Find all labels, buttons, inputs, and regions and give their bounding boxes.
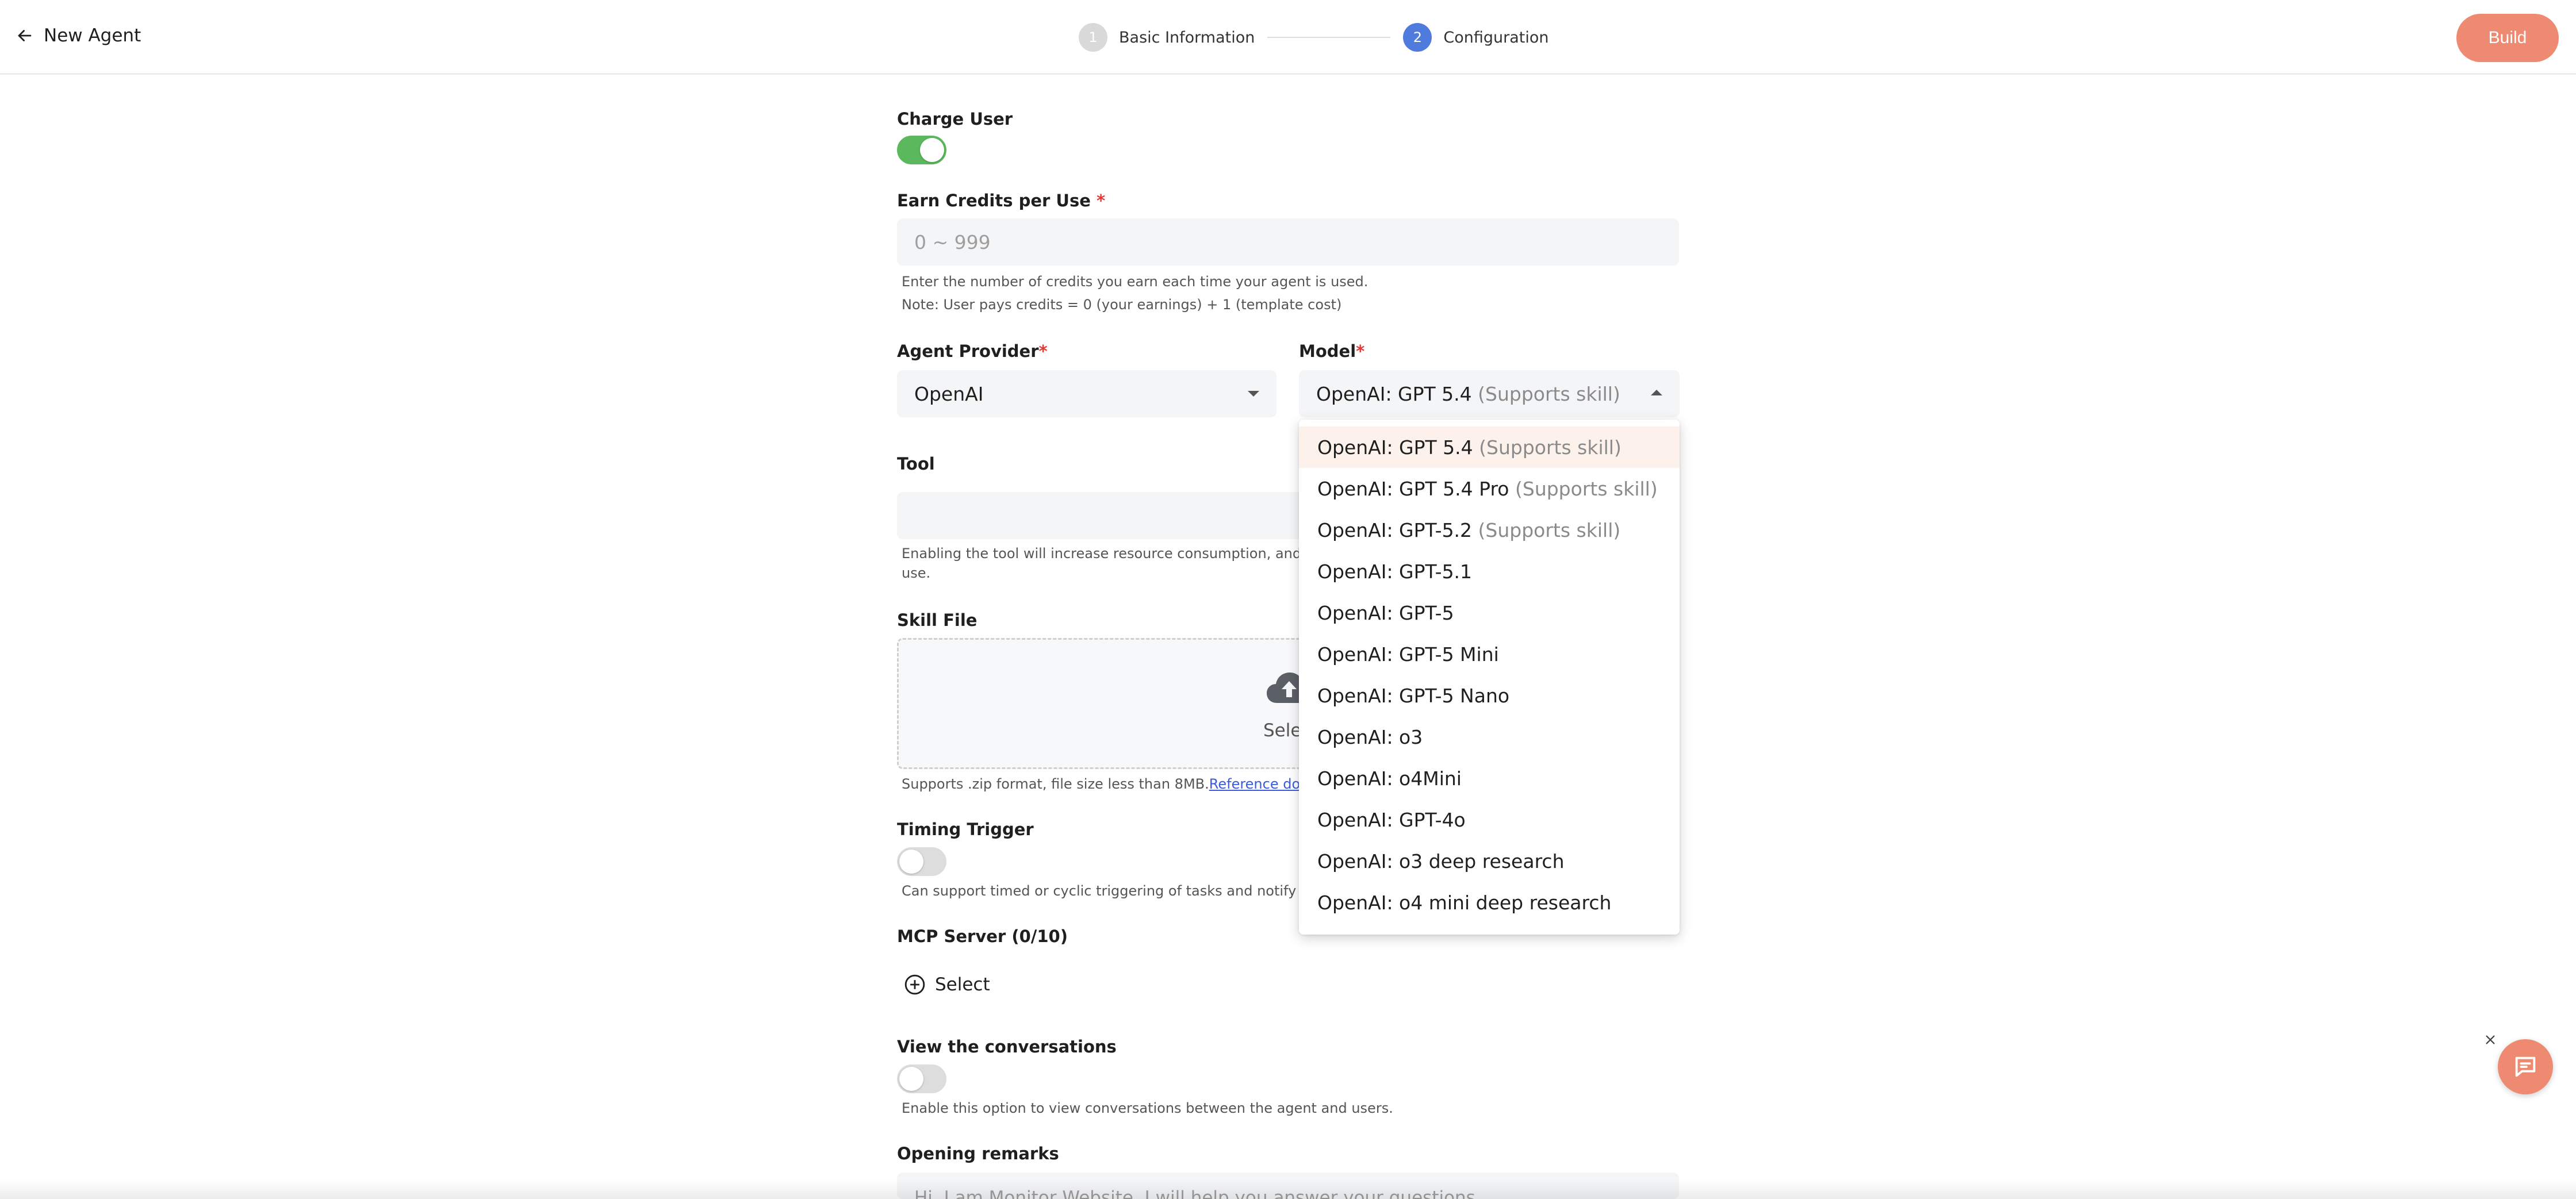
model-option-label: OpenAI: GPT-5.1 <box>1317 560 1473 583</box>
step-1-label[interactable]: Basic Information <box>1119 29 1255 47</box>
earn-credits-hint: Enter the number of credits you earn eac… <box>902 270 1368 316</box>
required-mark: * <box>1038 341 1048 361</box>
model-option[interactable]: OpenAI: GPT-5 Nano <box>1299 675 1680 716</box>
toggle-knob <box>899 1067 923 1091</box>
step-2-label[interactable]: Configuration <box>1443 29 1548 47</box>
model-option[interactable]: OpenAI: o4 mini deep research <box>1299 882 1680 923</box>
model-option[interactable]: OpenAI: GPT-5 Mini <box>1299 633 1680 675</box>
model-option[interactable]: OpenAI: o4Mini <box>1299 758 1680 799</box>
required-mark: * <box>1356 341 1365 361</box>
timing-trigger-label: Timing Trigger <box>897 820 1034 839</box>
back-label: New Agent <box>44 25 141 46</box>
close-icon <box>2486 1035 2495 1044</box>
opening-remarks-label: Opening remarks <box>897 1144 1059 1163</box>
toggle-knob <box>899 850 923 874</box>
back-button[interactable]: New Agent <box>15 25 141 46</box>
top-header: New Agent 1 Basic Information 2 Configur… <box>0 0 2576 75</box>
timing-trigger-toggle[interactable] <box>897 847 946 876</box>
step-2-number[interactable]: 2 <box>1403 23 1432 52</box>
model-option[interactable]: OpenAI: GPT-4o <box>1299 799 1680 840</box>
view-conversations-toggle[interactable] <box>897 1065 946 1093</box>
view-conversations-hint: Enable this option to view conversations… <box>902 1100 1393 1116</box>
plus-circle-icon <box>904 974 925 995</box>
model-option-label: OpenAI: GPT-5 Mini <box>1317 643 1499 666</box>
model-option-label: OpenAI: o3 deep research <box>1317 850 1565 873</box>
model-option-label: OpenAI: GPT-4o <box>1317 808 1466 831</box>
view-conversations-label: View the conversations <box>897 1037 1117 1056</box>
model-option-suffix: (Supports skill) <box>1479 436 1621 459</box>
required-mark: * <box>1097 191 1106 210</box>
chat-bubble-icon <box>2515 1056 2536 1077</box>
timing-trigger-hint: Can support timed or cyclic triggering o… <box>902 883 1297 899</box>
mcp-server-label: MCP Server (0/10) <box>897 927 1068 946</box>
chevron-up-icon <box>1651 390 1662 395</box>
chevron-down-icon <box>1248 391 1259 397</box>
model-label: Model* <box>1299 341 1364 361</box>
model-option[interactable]: OpenAI: o3 <box>1299 716 1680 758</box>
model-option[interactable]: OpenAI: GPT-5.2 (Supports skill) <box>1299 509 1680 551</box>
arrow-left-icon <box>18 30 32 41</box>
stepper: 1 Basic Information 2 Configuration <box>1079 23 1548 52</box>
model-option-label: OpenAI: GPT-5 <box>1317 601 1454 624</box>
model-option-label: OpenAI: o4 mini deep research <box>1317 891 1612 914</box>
tool-hint: Enabling the tool will increase resource… <box>902 544 1301 583</box>
model-label-text: Model <box>1299 341 1356 361</box>
reference-doc-link[interactable]: Reference do <box>1209 776 1300 792</box>
toggle-knob <box>920 138 944 162</box>
agent-provider-label: Agent Provider* <box>897 341 1048 361</box>
charge-user-label: Charge User <box>897 109 1013 129</box>
model-option[interactable]: OpenAI: GPT-5 <box>1299 592 1680 633</box>
model-option-label: OpenAI: GPT-5.2 <box>1317 518 1473 541</box>
charge-user-toggle[interactable] <box>897 136 946 164</box>
chat-close-button[interactable] <box>2482 1031 2499 1048</box>
mcp-server-select-label: Select <box>935 974 990 995</box>
earn-credits-hint-line2: Note: User pays credits = 0 (your earnin… <box>902 297 1342 313</box>
model-option-label: OpenAI: o3 <box>1317 725 1423 748</box>
earn-credits-label: Earn Credits per Use * <box>897 191 1105 210</box>
step-connector <box>1267 37 1391 38</box>
model-dropdown-menu: OpenAI: GPT 5.4 (Supports skill) OpenAI:… <box>1299 420 1680 935</box>
earn-credits-input[interactable]: 0 ~ 999 <box>897 218 1679 266</box>
tool-hint-line1: Enabling the tool will increase resource… <box>902 545 1302 562</box>
model-option[interactable]: OpenAI: o3 deep research <box>1299 840 1680 882</box>
model-option-label: OpenAI: o4Mini <box>1317 767 1462 790</box>
tool-hint-line2: use. <box>902 565 931 581</box>
agent-provider-value: OpenAI <box>914 382 984 405</box>
model-option-suffix: (Supports skill) <box>1478 518 1621 541</box>
model-option-suffix: (Supports skill) <box>1515 477 1658 500</box>
agent-provider-select[interactable]: OpenAI <box>897 370 1276 417</box>
build-button[interactable]: Build <box>2456 14 2559 62</box>
model-option[interactable]: OpenAI: GPT 5.4 (Supports skill) <box>1299 426 1680 468</box>
bottom-shadow <box>0 1179 2576 1199</box>
agent-provider-label-text: Agent Provider <box>897 341 1039 361</box>
model-option-label: OpenAI: GPT-5 Nano <box>1317 684 1510 707</box>
step-1-number[interactable]: 1 <box>1079 23 1107 52</box>
mcp-server-select-button[interactable]: Select <box>904 974 990 996</box>
model-value: OpenAI: GPT 5.4 <box>1316 382 1472 405</box>
model-select[interactable]: OpenAI: GPT 5.4 (Supports skill) <box>1299 370 1680 417</box>
skill-file-label: Skill File <box>897 610 977 630</box>
chat-launcher-button[interactable] <box>2498 1039 2553 1094</box>
model-option[interactable]: OpenAI: GPT-5.1 <box>1299 551 1680 592</box>
model-option-label: OpenAI: GPT 5.4 Pro <box>1317 477 1509 500</box>
tool-label: Tool <box>897 454 935 474</box>
skill-file-hint: Supports .zip format, file size less tha… <box>902 773 1300 796</box>
model-option[interactable]: OpenAI: GPT 5.4 Pro (Supports skill) <box>1299 468 1680 509</box>
earn-credits-hint-line1: Enter the number of credits you earn eac… <box>902 274 1368 290</box>
model-value-suffix: (Supports skill) <box>1478 382 1620 405</box>
earn-credits-label-text: Earn Credits per Use <box>897 191 1091 210</box>
model-option-label: OpenAI: GPT 5.4 <box>1317 436 1473 459</box>
skill-file-hint-text: Supports .zip format, file size less tha… <box>902 776 1209 792</box>
